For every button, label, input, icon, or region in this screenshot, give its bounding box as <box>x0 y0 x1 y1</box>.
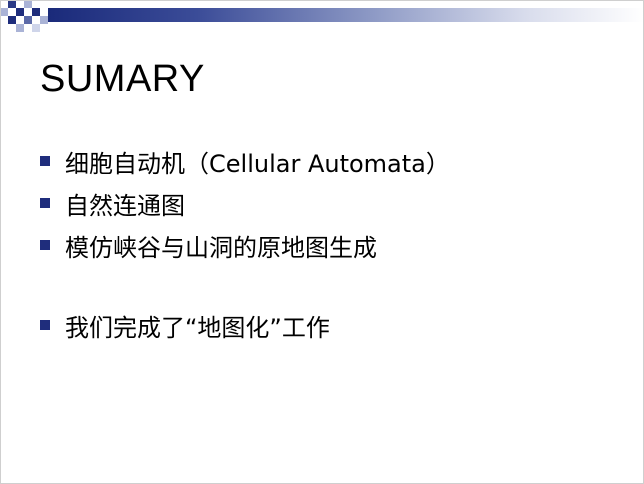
bullet-item: 我们完成了“地图化”工作 <box>40 304 620 346</box>
deco-square <box>40 16 48 24</box>
square-bullet-icon <box>40 156 50 166</box>
bullet-text: 细胞自动机（Cellular Automata） <box>65 149 450 178</box>
slide: SUMARY 细胞自动机（Cellular Automata） 自然连通图 模仿… <box>0 0 644 484</box>
bullet-text: 自然连通图 <box>65 191 185 220</box>
deco-square <box>8 0 16 8</box>
deco-square <box>24 0 32 8</box>
header-decoration <box>0 0 644 40</box>
bullet-item: 自然连通图 <box>40 182 620 224</box>
bullet-item: 细胞自动机（Cellular Automata） <box>40 140 620 182</box>
square-bullet-icon <box>40 240 50 250</box>
bullet-item: 模仿峡谷与山洞的原地图生成 <box>40 224 620 266</box>
deco-square <box>0 8 8 16</box>
deco-square <box>16 24 24 32</box>
bullet-list: 细胞自动机（Cellular Automata） 自然连通图 模仿峡谷与山洞的原… <box>40 140 620 346</box>
bullet-text: 我们完成了“地图化”工作 <box>65 313 330 342</box>
deco-square <box>24 16 32 24</box>
bullet-text: 模仿峡谷与山洞的原地图生成 <box>65 233 377 262</box>
deco-square <box>8 16 16 24</box>
deco-square <box>16 8 24 16</box>
deco-square <box>32 24 40 32</box>
header-gradient-bar <box>48 8 644 22</box>
square-bullet-icon <box>40 320 50 330</box>
slide-title: SUMARY <box>40 58 205 100</box>
square-bullet-icon <box>40 198 50 208</box>
deco-square <box>32 8 40 16</box>
